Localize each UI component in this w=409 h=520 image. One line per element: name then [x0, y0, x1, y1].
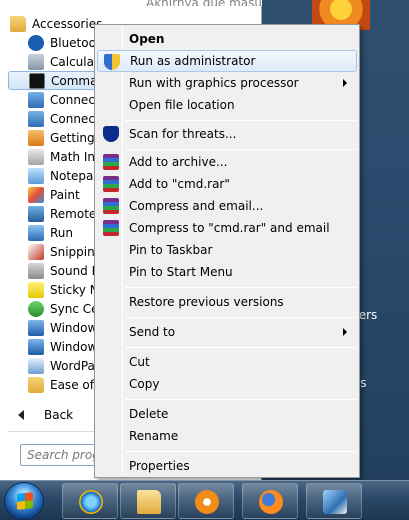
back-label: Back: [44, 408, 74, 422]
separator: [125, 399, 357, 400]
winrar-icon: [103, 176, 119, 192]
submenu-arrow-icon: [343, 79, 347, 87]
folder-icon: [10, 15, 26, 32]
sticky-notes-icon: [28, 281, 44, 298]
menu-item-label: Cut: [129, 355, 150, 369]
menu-item-label: Pin to Start Menu: [129, 265, 233, 279]
taskbar-internet-explorer[interactable]: [62, 483, 118, 519]
menu-item-label: Send to: [129, 325, 176, 339]
menu-item-run-as-administrator[interactable]: Run as administrator: [97, 50, 357, 72]
menu-item-scan-for-threats[interactable]: Scan for threats...: [97, 123, 357, 145]
taskbar-media-center[interactable]: [306, 483, 362, 519]
menu-item-label: Restore previous versions: [129, 295, 284, 309]
remote-desktop-icon: [28, 205, 44, 222]
menu-item-label: Open: [129, 32, 165, 46]
separator: [125, 451, 357, 452]
bluetooth-icon: [28, 34, 44, 51]
getting-started-icon: [28, 129, 44, 146]
start-button[interactable]: [4, 482, 44, 520]
windows-explorer-icon: [28, 319, 44, 336]
menu-item-label: Rename: [129, 429, 179, 443]
winrar-icon: [103, 198, 119, 214]
separator: [125, 347, 357, 348]
menu-item-pin-to-start-menu[interactable]: Pin to Start Menu: [97, 261, 357, 283]
wordpad-icon: [28, 357, 44, 374]
context-menu: Open Run as administrator Run with graph…: [94, 24, 360, 478]
menu-item-send-to[interactable]: Send to: [97, 321, 357, 343]
folder-icon: [28, 376, 44, 393]
menu-item-add-to-archive[interactable]: Add to archive...: [97, 151, 357, 173]
windows-mobility-icon: [28, 338, 44, 355]
menu-item-label: Open file location: [129, 98, 235, 112]
menu-item-label: Compress and email...: [129, 199, 264, 213]
separator: [125, 287, 357, 288]
menu-item-open[interactable]: Open: [97, 28, 357, 50]
menu-item-label: Pin to Taskbar: [129, 243, 213, 257]
menu-item-properties[interactable]: Properties: [97, 455, 357, 477]
menu-item-pin-to-taskbar[interactable]: Pin to Taskbar: [97, 239, 357, 261]
menu-item-compress-and-email[interactable]: Compress and email...: [97, 195, 357, 217]
media-player-icon: [195, 490, 219, 514]
command-prompt-icon: [29, 72, 45, 89]
back-arrow-icon: [18, 410, 24, 420]
winrar-icon: [103, 154, 119, 170]
uac-shield-icon: [104, 54, 120, 70]
menu-item-compress-to-cmd-rar-and-email[interactable]: Compress to "cmd.rar" and email: [97, 217, 357, 239]
menu-item-cut[interactable]: Cut: [97, 351, 357, 373]
paint-icon: [28, 186, 44, 203]
menu-item-label: Copy: [129, 377, 160, 391]
separator: [125, 317, 357, 318]
connect-icon: [28, 91, 44, 108]
menu-item-label: Compress to "cmd.rar" and email: [129, 221, 330, 235]
menu-item-restore-previous-versions[interactable]: Restore previous versions: [97, 291, 357, 313]
menu-item-label: Delete: [129, 407, 169, 421]
taskbar-media-player[interactable]: [178, 483, 234, 519]
menu-item-rename[interactable]: Rename: [97, 425, 357, 447]
menu-item-label: Add to archive...: [129, 155, 228, 169]
winrar-icon: [103, 220, 119, 236]
menu-item-delete[interactable]: Delete: [97, 403, 357, 425]
menu-item-label: Scan for threats...: [129, 127, 237, 141]
firefox-icon: [259, 490, 283, 514]
antivirus-scan-icon: [103, 126, 119, 142]
program-label: Run: [50, 225, 74, 240]
snipping-tool-icon: [28, 243, 44, 260]
windows-explorer-icon: [137, 490, 161, 514]
taskbar-firefox[interactable]: [242, 483, 298, 519]
separator: [125, 120, 357, 121]
menu-item-label: Add to "cmd.rar": [129, 177, 230, 191]
connect-icon: [28, 110, 44, 127]
media-center-icon: [323, 490, 347, 514]
sound-recorder-icon: [28, 262, 44, 279]
menu-item-label: Run as administrator: [130, 54, 256, 68]
sync-center-icon: [28, 300, 44, 317]
submenu-arrow-icon: [343, 328, 347, 336]
math-input-icon: [28, 148, 44, 165]
taskbar: [0, 480, 409, 520]
program-label: Paint: [50, 187, 80, 202]
menu-item-open-file-location[interactable]: Open file location: [97, 94, 357, 116]
calculator-icon: [28, 53, 44, 70]
windows-start-icon: [17, 492, 33, 510]
menu-item-label: Run with graphics processor: [129, 76, 299, 90]
menu-item-add-to-cmd-rar[interactable]: Add to "cmd.rar": [97, 173, 357, 195]
folder-label: Accessories: [32, 16, 103, 31]
run-icon: [28, 224, 44, 241]
taskbar-windows-explorer[interactable]: [120, 483, 176, 519]
menu-item-run-with-graphics-processor[interactable]: Run with graphics processor: [97, 72, 357, 94]
separator: [125, 149, 357, 150]
menu-item-label: Properties: [129, 459, 190, 473]
notepad-icon: [28, 167, 44, 184]
menu-item-copy[interactable]: Copy: [97, 373, 357, 395]
internet-explorer-icon: [79, 490, 103, 514]
